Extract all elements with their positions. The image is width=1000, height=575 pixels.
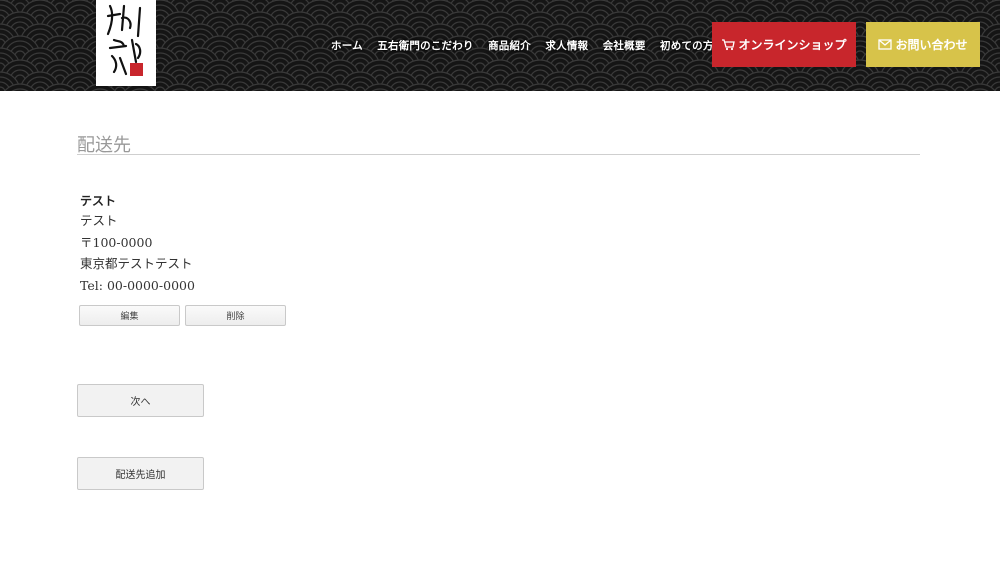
main-navigation: ホーム 五右衛門のこだわり 商品紹介 求人情報 会社概要 初めての方へ (331, 38, 739, 53)
nav-kodawari[interactable]: 五右衛門のこだわり (377, 38, 473, 53)
edit-button[interactable]: 編集 (79, 305, 180, 326)
address-postal-code: 〒100-0000 (80, 234, 153, 250)
address-card: テスト テスト 〒100-0000 東京都テストテスト Tel: 00-0000… (80, 192, 195, 296)
online-shop-label: オンラインショップ (738, 38, 847, 52)
nav-company[interactable]: 会社概要 (603, 38, 646, 53)
nav-home[interactable]: ホーム (331, 38, 363, 53)
title-divider (77, 154, 920, 155)
site-logo[interactable] (96, 0, 156, 86)
address-phone: Tel: 00-0000-0000 (80, 277, 195, 293)
cart-icon (722, 39, 736, 51)
contact-label: お問い合わせ (895, 38, 968, 52)
add-address-button[interactable]: 配送先追加 (77, 457, 204, 490)
address-street: 東京都テストテスト (80, 256, 193, 271)
site-header: ホーム 五右衛門のこだわり 商品紹介 求人情報 会社概要 初めての方へ オンライ… (0, 0, 1000, 91)
logo-calligraphy (106, 4, 142, 76)
address-name: テスト (80, 194, 117, 208)
address-line: テスト (80, 213, 118, 228)
nav-recruit[interactable]: 求人情報 (545, 38, 588, 53)
delete-button[interactable]: 削除 (185, 305, 286, 326)
nav-products[interactable]: 商品紹介 (488, 38, 531, 53)
contact-button[interactable]: お問い合わせ (866, 22, 980, 67)
online-shop-button[interactable]: オンラインショップ (712, 22, 856, 67)
next-button[interactable]: 次へ (77, 384, 204, 417)
mail-icon (878, 39, 893, 50)
logo-red-seal (130, 63, 143, 76)
